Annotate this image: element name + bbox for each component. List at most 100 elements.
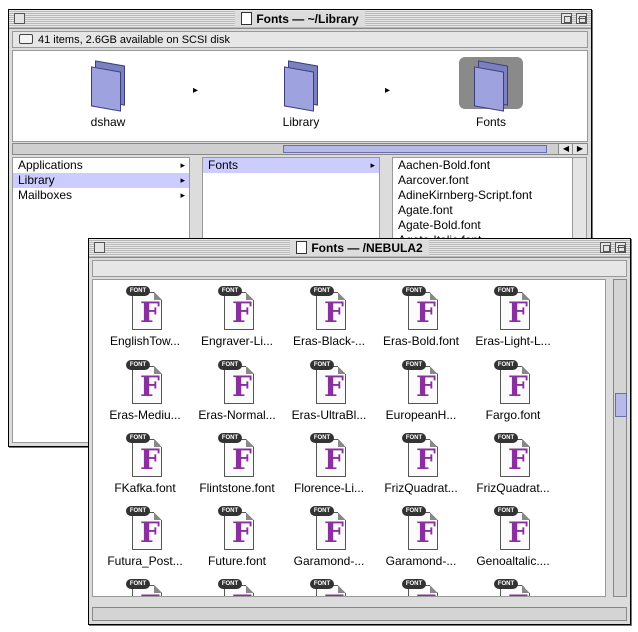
font-file-item[interactable]: FONT F Eras-Mediu...: [99, 360, 191, 422]
path-item-dshaw[interactable]: dshaw: [63, 60, 153, 129]
font-file-icon: FONTF: [494, 286, 532, 332]
font-file-icon: FONTF: [218, 579, 256, 596]
column-item[interactable]: Aachen-Bold.font: [393, 158, 586, 173]
column-item[interactable]: Mailboxes ▸: [13, 188, 189, 203]
window-title: Fonts — ~/Library: [256, 12, 359, 26]
font-file-item[interactable]: FONT F Garamond-...: [375, 506, 467, 568]
path-item-library[interactable]: Library: [256, 60, 346, 129]
disclosure-arrow-icon: ▸: [180, 160, 185, 170]
font-file-label: FrizQuadrat...: [476, 481, 550, 495]
info-bar: 41 items, 2.6GB available on SCSI disk: [12, 31, 588, 48]
window-title: Fonts — /NEBULA2: [311, 241, 423, 255]
font-file-item[interactable]: FONT F Flintstone.font: [191, 433, 283, 495]
scroll-left-button[interactable]: ◀: [558, 144, 573, 154]
font-file-item[interactable]: FONT F Eras-UltraBl...: [283, 360, 375, 422]
font-file-icon: FONTF: [126, 579, 164, 596]
path-item-label: Fonts: [475, 115, 506, 129]
scroll-thumb[interactable]: [283, 145, 547, 153]
font-file-label: Futura_Post...: [107, 554, 183, 568]
font-file-item[interactable]: FONT F FrizQuadrat...: [375, 433, 467, 495]
font-file-icon: FONTF: [402, 433, 440, 479]
font-file-icon: FONTF: [402, 286, 440, 332]
font-file-item[interactable]: FONT F EnglishTow...: [99, 286, 191, 348]
font-file-label: EnglishTow...: [109, 334, 181, 348]
info-text: 41 items, 2.6GB available on SCSI disk: [38, 34, 230, 46]
browser-scrollbar[interactable]: ◀ ▶: [12, 143, 588, 155]
front-titlebar[interactable]: Fonts — /NEBULA2: [89, 239, 630, 258]
column-item[interactable]: Applications ▸: [13, 158, 189, 173]
path-item-label: Library: [282, 115, 320, 129]
font-file-item[interactable]: FONT F Garamond-...: [283, 506, 375, 568]
path-item-fonts[interactable]: Fonts: [446, 57, 536, 129]
font-file-item[interactable]: FONTF: [283, 579, 375, 596]
back-titlebar[interactable]: Fonts — ~/Library: [9, 10, 591, 29]
font-file-icon: FONTF: [402, 506, 440, 552]
font-file-label: Engraver-Li...: [200, 334, 274, 348]
collapse-box[interactable]: [615, 242, 626, 253]
info-bar: [92, 260, 627, 277]
icon-grid[interactable]: FONT F EnglishTow... FONT F Engraver-Li... FON…: [92, 279, 606, 597]
font-file-label: FrizQuadrat...: [384, 481, 458, 495]
font-file-icon: FONTF: [218, 433, 256, 479]
zoom-box[interactable]: [561, 13, 572, 24]
font-file-icon: FONTF: [310, 286, 348, 332]
font-file-icon: FONTF: [218, 360, 256, 406]
font-file-item[interactable]: FONT F Futura_Post...: [99, 506, 191, 568]
front-icon-window[interactable]: Fonts — /NEBULA2 FONT F EnglishTow... FONT F…: [88, 238, 631, 625]
font-file-item[interactable]: FONT F Eras-Bold.font: [375, 286, 467, 348]
font-file-item[interactable]: FONT F Fargo.font: [467, 360, 559, 422]
font-file-icon: FONTF: [310, 433, 348, 479]
font-file-item[interactable]: FONT F Eras-Black-...: [283, 286, 375, 348]
zoom-box[interactable]: [600, 242, 611, 253]
font-file-item[interactable]: FONT F Engraver-Li...: [191, 286, 283, 348]
horizontal-scrollbar[interactable]: [92, 607, 627, 621]
font-file-label: Flintstone.font: [199, 481, 275, 495]
font-file-item[interactable]: FONT F FrizQuadrat...: [467, 433, 559, 495]
font-file-item[interactable]: FONT F FKafka.font: [99, 433, 191, 495]
column-item[interactable]: AdineKirnberg-Script.font: [393, 188, 586, 203]
font-file-item[interactable]: FONT F EuropeanH...: [375, 360, 467, 422]
column-item-selected[interactable]: Library ▸: [13, 173, 189, 188]
font-file-item[interactable]: FONT F Eras-Normal...: [191, 360, 283, 422]
scroll-right-button[interactable]: ▶: [572, 144, 587, 154]
font-file-label: Future.font: [207, 554, 267, 568]
font-file-item[interactable]: FONT F Genoaltalic....: [467, 506, 559, 568]
column-item[interactable]: Aarcover.font: [393, 173, 586, 188]
column-item[interactable]: Agate-Bold.font: [393, 218, 586, 233]
font-file-label: Eras-Mediu...: [109, 408, 181, 422]
document-icon: [296, 241, 308, 254]
path-item-label: dshaw: [90, 115, 126, 129]
folder-icon: [474, 60, 508, 112]
font-file-icon: FONTF: [126, 506, 164, 552]
font-file-icon: FONTF: [126, 433, 164, 479]
font-file-label: EuropeanH...: [385, 408, 457, 422]
font-file-icon: FONTF: [494, 506, 532, 552]
font-file-icon: FONTF: [494, 360, 532, 406]
font-file-icon: FONTF: [310, 360, 348, 406]
font-file-icon: FONTF: [126, 360, 164, 406]
disclosure-arrow-icon: ▸: [180, 175, 185, 185]
font-file-label: Florence-Li...: [293, 481, 365, 495]
collapse-box[interactable]: [576, 13, 587, 24]
font-file-icon: FONTF: [402, 360, 440, 406]
font-file-label: FKafka.font: [114, 481, 176, 495]
column-item[interactable]: Agate.font: [393, 203, 586, 218]
font-file-label: Garamond-...: [293, 554, 365, 568]
font-file-label: Eras-UltraBl...: [291, 408, 367, 422]
font-file-icon: FONTF: [494, 579, 532, 596]
font-file-item[interactable]: FONTF: [467, 579, 559, 596]
font-file-item[interactable]: FONTF: [375, 579, 467, 596]
font-file-label: Eras-Black-...: [292, 334, 365, 348]
vertical-scrollbar[interactable]: [613, 279, 627, 597]
font-file-item[interactable]: FONTF: [191, 579, 283, 596]
font-file-icon: FONTF: [402, 579, 440, 596]
font-file-item[interactable]: FONTF: [99, 579, 191, 596]
font-file-item[interactable]: FONT F Florence-Li...: [283, 433, 375, 495]
font-file-icon: FONTF: [126, 286, 164, 332]
font-file-item[interactable]: FONT F Future.font: [191, 506, 283, 568]
font-file-item[interactable]: FONT F Eras-Light-L...: [467, 286, 559, 348]
font-file-label: Garamond-...: [385, 554, 457, 568]
font-file-icon: FONTF: [310, 579, 348, 596]
column-item-selected[interactable]: Fonts ▸: [203, 158, 379, 173]
scroll-thumb[interactable]: [615, 393, 627, 417]
